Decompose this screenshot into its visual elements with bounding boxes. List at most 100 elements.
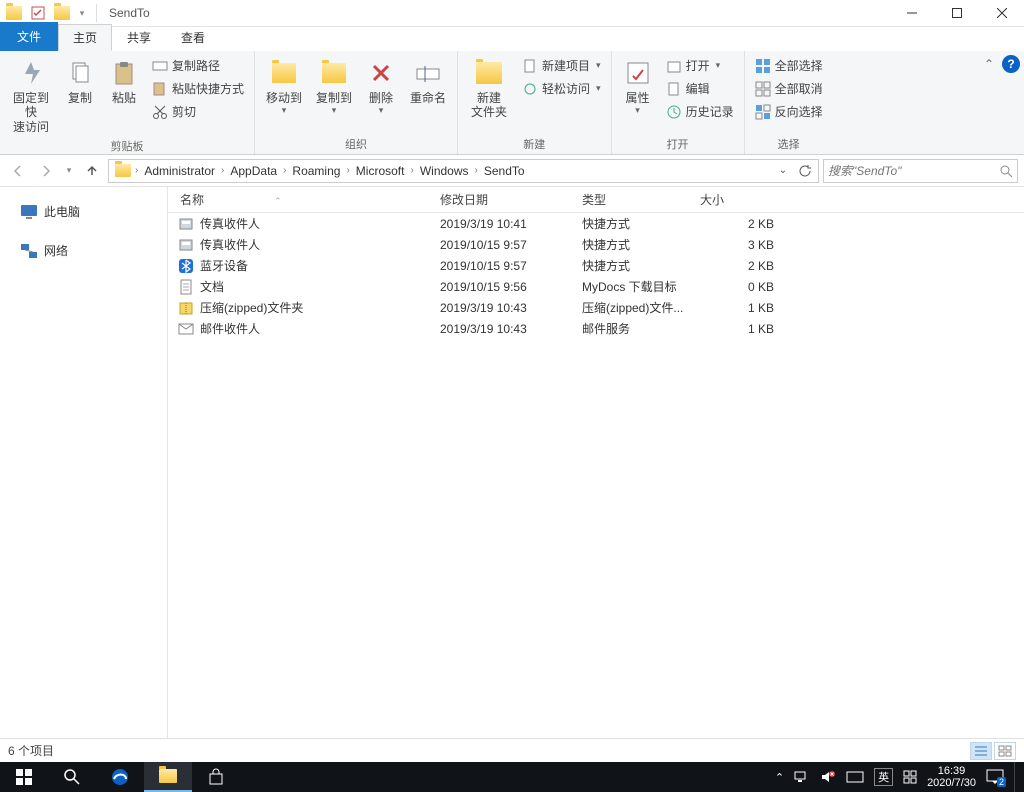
column-date[interactable]: 修改日期 (432, 191, 574, 208)
app-icon[interactable] (3, 2, 25, 24)
file-row[interactable]: 压缩(zipped)文件夹2019/3/19 10:43压缩(zipped)文件… (168, 297, 1024, 318)
help-icon[interactable]: ? (1002, 55, 1020, 73)
file-type: 快捷方式 (574, 236, 692, 253)
nav-up-button[interactable] (80, 159, 104, 183)
paste-shortcut-button[interactable]: 粘贴快捷方式 (148, 78, 248, 99)
search-input[interactable] (828, 164, 999, 178)
tray-keyboard-icon[interactable] (846, 771, 864, 783)
properties-button[interactable]: 属性▾ (618, 55, 658, 118)
taskbar-explorer-button[interactable] (144, 762, 192, 792)
network-icon (20, 243, 38, 259)
file-row[interactable]: 蓝牙设备2019/10/15 9:57快捷方式2 KB (168, 255, 1024, 276)
file-date: 2019/3/19 10:41 (432, 217, 574, 231)
column-name[interactable]: 名称⌃ (168, 191, 432, 208)
select-all-icon (755, 58, 771, 74)
ribbon-group-select: 全部选择 全部取消 反向选择 选择 (745, 51, 833, 154)
nav-recent-button[interactable]: ▾ (62, 159, 76, 183)
qat-properties-icon[interactable] (27, 2, 49, 24)
search-icon (999, 164, 1013, 178)
tray-volume-icon[interactable] (820, 770, 836, 784)
tray-overflow-button[interactable]: ⌃ (775, 771, 784, 784)
file-row[interactable]: 传真收件人2019/10/15 9:57快捷方式3 KB (168, 234, 1024, 255)
copy-button[interactable]: 复制 (60, 55, 100, 107)
file-name: 传真收件人 (200, 236, 260, 253)
file-name: 传真收件人 (200, 215, 260, 232)
move-to-icon (268, 57, 300, 89)
search-box[interactable] (823, 159, 1018, 183)
start-button[interactable] (0, 762, 48, 792)
delete-button[interactable]: 删除▾ (361, 55, 401, 118)
minimize-ribbon-icon[interactable]: ⌃ (984, 57, 994, 71)
nav-back-button[interactable] (6, 159, 30, 183)
close-button[interactable] (979, 0, 1024, 27)
easy-access-button[interactable]: 轻松访问▾ (518, 78, 605, 99)
taskbar-edge-button[interactable] (96, 762, 144, 792)
file-date: 2019/3/19 10:43 (432, 301, 574, 315)
maximize-button[interactable] (934, 0, 979, 27)
new-folder-icon (473, 57, 505, 89)
file-icon (178, 279, 194, 295)
file-row[interactable]: 邮件收件人2019/3/19 10:43邮件服务1 KB (168, 318, 1024, 339)
address-dropdown-button[interactable]: ⌄ (772, 160, 794, 182)
new-folder-button[interactable]: 新建 文件夹 (464, 55, 514, 122)
rename-button[interactable]: 重命名 (405, 55, 451, 107)
path-icon (152, 58, 168, 74)
ribbon: ⌃ ? 固定到快 速访问 复制 粘贴 复制路径 粘贴快捷方式 剪切 剪贴板 (0, 51, 1024, 155)
show-desktop-button[interactable] (1014, 762, 1020, 792)
view-details-button[interactable] (970, 742, 992, 760)
nav-forward-button[interactable] (34, 159, 58, 183)
properties-icon (622, 57, 654, 89)
crumb-appdata[interactable]: AppData (224, 164, 283, 178)
view-icons-button[interactable] (994, 742, 1016, 760)
select-none-button[interactable]: 全部取消 (751, 78, 827, 99)
edit-button[interactable]: 编辑 (662, 78, 738, 99)
new-item-button[interactable]: 新建项目▾ (518, 55, 605, 76)
nav-this-pc[interactable]: 此电脑 (0, 199, 167, 224)
column-size[interactable]: 大小 (692, 191, 782, 208)
tab-view[interactable]: 查看 (166, 24, 220, 51)
taskbar-store-button[interactable] (192, 762, 240, 792)
open-button[interactable]: 打开▾ (662, 55, 738, 76)
crumb-administrator[interactable]: Administrator (138, 164, 221, 178)
move-to-button[interactable]: 移动到▾ (261, 55, 307, 118)
crumb-microsoft[interactable]: Microsoft (350, 164, 411, 178)
tray-clock[interactable]: 16:39 2020/7/30 (927, 765, 976, 789)
taskbar-search-button[interactable] (48, 762, 96, 792)
copy-path-button[interactable]: 复制路径 (148, 55, 248, 76)
cut-button[interactable]: 剪切 (148, 101, 248, 122)
file-row[interactable]: 文档2019/10/15 9:56MyDocs 下载目标0 KB (168, 276, 1024, 297)
address-box[interactable]: › Administrator› AppData› Roaming› Micro… (108, 159, 819, 183)
paste-icon (108, 57, 140, 89)
tab-file[interactable]: 文件 (0, 22, 58, 51)
crumb-sendto[interactable]: SendTo (478, 164, 531, 178)
new-item-icon (522, 58, 538, 74)
tray-ime-mode-icon[interactable] (903, 770, 917, 784)
nav-network[interactable]: 网络 (0, 238, 167, 263)
open-icon (666, 58, 682, 74)
tab-home[interactable]: 主页 (58, 24, 112, 51)
crumb-windows[interactable]: Windows (414, 164, 475, 178)
ribbon-group-clipboard: 固定到快 速访问 复制 粘贴 复制路径 粘贴快捷方式 剪切 剪贴板 (0, 51, 255, 154)
copy-to-button[interactable]: 复制到▾ (311, 55, 357, 118)
file-type: 邮件服务 (574, 320, 692, 337)
qat-dropdown-icon[interactable]: ▾ (75, 2, 89, 24)
invert-selection-button[interactable]: 反向选择 (751, 101, 827, 122)
file-icon (178, 237, 194, 253)
pin-quick-access-button[interactable]: 固定到快 速访问 (6, 55, 56, 136)
monitor-icon (20, 204, 38, 220)
tab-share[interactable]: 共享 (112, 24, 166, 51)
select-all-button[interactable]: 全部选择 (751, 55, 827, 76)
address-bar: ▾ › Administrator› AppData› Roaming› Mic… (0, 155, 1024, 187)
new-group-label: 新建 (464, 134, 605, 154)
file-row[interactable]: 传真收件人2019/3/19 10:41快捷方式2 KB (168, 213, 1024, 234)
tray-network-icon[interactable] (794, 770, 810, 784)
minimize-button[interactable] (889, 0, 934, 27)
crumb-roaming[interactable]: Roaming (286, 164, 346, 178)
history-button[interactable]: 历史记录 (662, 101, 738, 122)
tray-ime-indicator[interactable]: 英 (874, 768, 893, 786)
column-type[interactable]: 类型 (574, 191, 692, 208)
tray-notifications-button[interactable]: 2 (986, 769, 1004, 785)
refresh-button[interactable] (794, 160, 816, 182)
paste-button[interactable]: 粘贴 (104, 55, 144, 107)
qat-new-folder-icon[interactable] (51, 2, 73, 24)
